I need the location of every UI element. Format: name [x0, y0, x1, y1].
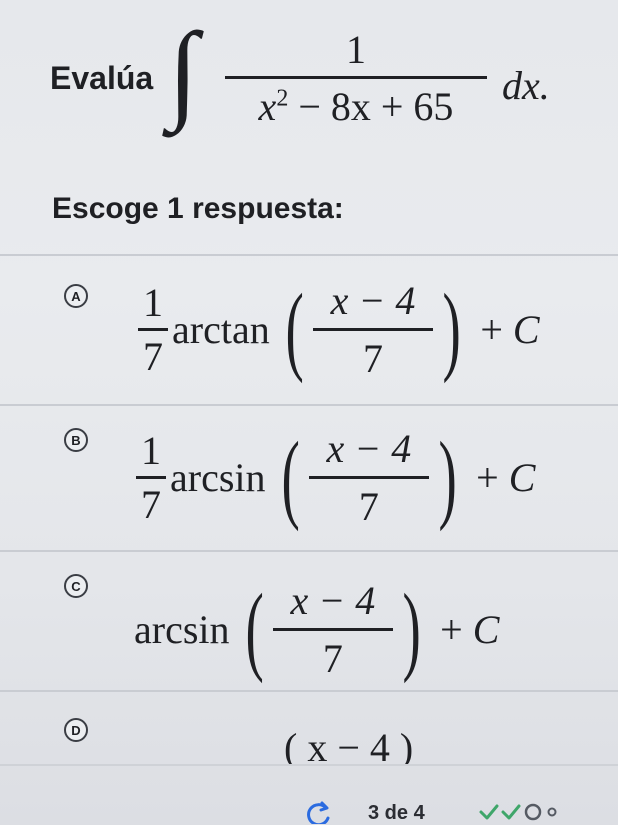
constant-term: + C	[476, 454, 535, 501]
fraction-bar	[272, 627, 393, 631]
divider	[0, 764, 618, 766]
constant-term: + C	[440, 606, 499, 653]
function-name: arcsin	[170, 454, 266, 500]
coef-numerator: 1	[143, 279, 163, 325]
coefficient-fraction: 1 7	[136, 427, 166, 528]
differential: dx.	[502, 63, 550, 108]
fraction-bar	[313, 327, 434, 331]
argument-fraction: x − 4 7	[313, 277, 434, 382]
choice-a[interactable]: A 1 7 arctan ( x − 4 7 ) + C	[0, 256, 618, 404]
coef-denominator: 7	[143, 333, 163, 379]
check-icon	[501, 804, 521, 820]
choice-letter: B	[64, 428, 88, 452]
left-paren: (	[281, 421, 300, 532]
function-name: arcsin	[134, 606, 230, 652]
arg-numerator: x − 4	[326, 425, 412, 471]
right-paren: )	[438, 421, 457, 532]
left-paren: (	[285, 273, 304, 384]
choice-c[interactable]: C arcsin ( x − 4 7 ) + C	[0, 552, 618, 690]
plus-sign: +	[476, 454, 509, 500]
arg-denominator: 7	[358, 483, 379, 529]
integrand-fraction: 1 x2 − 8x + 65	[225, 26, 487, 130]
right-paren: )	[402, 573, 421, 684]
denominator-rest: − 8x + 65	[288, 84, 454, 129]
choice-expression: arcsin ( x − 4 7 ) + C	[134, 574, 499, 684]
choice-letter: C	[64, 574, 88, 598]
choice-letter: D	[64, 718, 88, 742]
refresh-icon[interactable]	[302, 800, 332, 824]
choice-expression: 1 7 arctan ( x − 4 7 ) + C	[138, 274, 540, 384]
arg-numerator: x − 4	[290, 577, 376, 623]
coef-denominator: 7	[141, 481, 161, 527]
fraction-bar	[225, 76, 487, 79]
left-paren: (	[245, 573, 264, 684]
constant-c: C	[472, 606, 500, 652]
question: Evalúa ∫ 1 x2 − 8x + 65 dx.	[50, 16, 610, 142]
progress-footer: 3 de 4	[0, 800, 618, 825]
dot-icon	[547, 807, 557, 817]
choice-letter: A	[64, 284, 88, 308]
progress-label: 3 de 4	[368, 802, 425, 824]
constant-c: C	[512, 306, 540, 352]
arg-denominator: 7	[322, 635, 343, 681]
arg-numerator: x − 4	[330, 277, 416, 323]
integrand-numerator: 1	[346, 27, 366, 72]
plus-sign: +	[440, 606, 473, 652]
constant-term: + C	[480, 306, 539, 353]
fraction-bar	[138, 327, 168, 331]
denominator-base: x	[258, 84, 277, 129]
circle-icon	[524, 803, 542, 821]
progress-dots	[478, 802, 560, 822]
coefficient-fraction: 1 7	[138, 279, 168, 380]
check-icon	[479, 804, 499, 820]
arg-denominator: 7	[363, 335, 384, 381]
argument-fraction: x − 4 7	[308, 425, 429, 530]
choice-d[interactable]: D ( x − 4 )	[0, 692, 618, 764]
right-paren: )	[442, 273, 461, 384]
denominator-exponent: 2	[276, 85, 289, 112]
choice-b[interactable]: B 1 7 arcsin ( x − 4 7 ) + C	[0, 406, 618, 550]
fraction-bar	[308, 475, 429, 479]
choice-expression: ( x − 4 )	[284, 725, 414, 764]
choice-expression: 1 7 arcsin ( x − 4 7 ) + C	[136, 422, 535, 532]
answer-prompt: Escoge 1 respuesta:	[52, 192, 344, 225]
function-name: arctan	[172, 306, 270, 352]
argument-fraction: x − 4 7	[272, 577, 393, 682]
constant-c: C	[508, 454, 536, 500]
fraction-bar	[136, 475, 166, 479]
plus-sign: +	[480, 306, 513, 352]
integrand-denominator: x2 − 8x + 65	[225, 83, 487, 130]
coef-numerator: 1	[141, 427, 161, 473]
question-verb: Evalúa	[50, 60, 154, 96]
integral-icon: ∫	[168, 10, 199, 132]
